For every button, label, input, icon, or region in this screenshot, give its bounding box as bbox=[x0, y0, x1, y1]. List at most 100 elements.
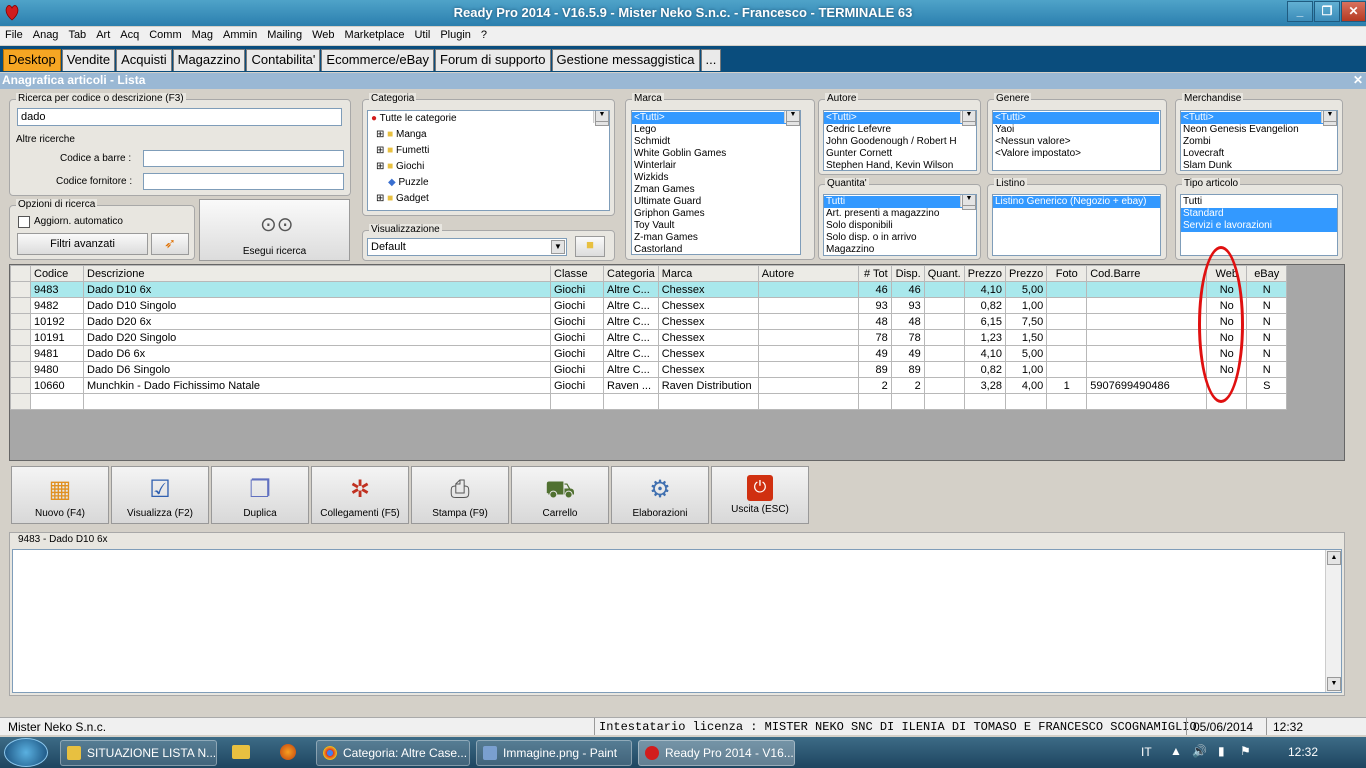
row-indicator[interactable] bbox=[10, 313, 31, 330]
tab-acquisti[interactable]: Acquisti bbox=[116, 49, 172, 71]
table-cell[interactable]: 49 bbox=[857, 345, 892, 362]
table-cell[interactable]: Altre C... bbox=[603, 361, 659, 378]
merchandise-list[interactable]: <Tutti> Neon Genesis Evangelion Zombi Lovec… bbox=[1180, 110, 1338, 171]
table-cell[interactable]: 10192 bbox=[30, 313, 84, 330]
table-cell[interactable]: Altre C... bbox=[603, 281, 659, 298]
links-button[interactable]: ✲ Collegamenti (F5) bbox=[311, 466, 409, 524]
tab-contabilita[interactable]: Contabilita' bbox=[246, 49, 321, 71]
table-cell[interactable]: Giochi bbox=[550, 329, 604, 346]
table-cell[interactable]: 89 bbox=[890, 361, 925, 378]
quantity-scrollbar[interactable]: ▲▼ bbox=[960, 195, 976, 210]
barcode-input[interactable] bbox=[143, 150, 344, 167]
table-cell[interactable]: 2 bbox=[890, 377, 925, 394]
table-cell[interactable]: Chessex bbox=[657, 329, 759, 346]
menu-ammin[interactable]: Ammin bbox=[218, 27, 262, 41]
list-item[interactable]: Magazzino bbox=[824, 244, 976, 255]
col-header[interactable]: Autore bbox=[757, 265, 859, 282]
table-cell[interactable]: 46 bbox=[857, 281, 892, 298]
table-cell[interactable] bbox=[963, 393, 1006, 410]
view-button[interactable]: ☑ Visualizza (F2) bbox=[111, 466, 209, 524]
flag-icon[interactable]: ⚑ bbox=[1240, 744, 1251, 758]
tab-more[interactable]: ... bbox=[700, 49, 722, 71]
price-list-list[interactable]: Listino Generico (Negozio + ebay) bbox=[992, 194, 1161, 256]
tree-item-giochi[interactable]: ⊞ ■ Giochi bbox=[368, 159, 609, 175]
table-cell[interactable]: 46 bbox=[890, 281, 925, 298]
search-input[interactable]: dado bbox=[17, 108, 342, 126]
table-cell[interactable] bbox=[757, 345, 859, 362]
tree-item-manga[interactable]: ⊞ ■ Manga bbox=[368, 127, 609, 143]
genre-list[interactable]: <Tutti> Yaoi <Nessun valore> <Valore impost… bbox=[992, 110, 1161, 171]
table-cell[interactable]: 93 bbox=[890, 297, 925, 314]
table-cell[interactable] bbox=[83, 393, 551, 410]
table-cell[interactable]: 0,82 bbox=[963, 361, 1006, 378]
col-header[interactable]: Categoria bbox=[603, 265, 659, 282]
table-cell[interactable]: Giochi bbox=[550, 361, 604, 378]
table-cell[interactable] bbox=[1046, 281, 1088, 298]
print-button[interactable]: ⎙ Stampa (F9) bbox=[411, 466, 509, 524]
table-cell[interactable] bbox=[1046, 329, 1088, 346]
table-cell[interactable] bbox=[603, 393, 659, 410]
table-cell[interactable] bbox=[657, 393, 759, 410]
table-cell[interactable] bbox=[1046, 345, 1088, 362]
menu-util[interactable]: Util bbox=[409, 27, 435, 41]
menu-comm[interactable]: Comm bbox=[144, 27, 186, 41]
table-cell[interactable]: N bbox=[1246, 297, 1288, 314]
table-cell[interactable]: N bbox=[1246, 361, 1288, 378]
col-header[interactable]: Codice bbox=[30, 265, 84, 282]
taskbar-clock[interactable]: 12:32 bbox=[1288, 745, 1318, 759]
table-cell[interactable] bbox=[923, 313, 965, 330]
table-row[interactable]: 10192 Dado D20 6x Giochi Altre C... Chessex 4… bbox=[10, 313, 1288, 330]
tab-messaggistica[interactable]: Gestione messaggistica bbox=[551, 49, 700, 71]
menu-file[interactable]: File bbox=[0, 27, 28, 41]
menu-help[interactable]: ? bbox=[476, 27, 492, 41]
table-cell[interactable] bbox=[1086, 297, 1208, 314]
col-header[interactable]: eBay bbox=[1246, 265, 1288, 282]
table-cell[interactable]: Giochi bbox=[550, 377, 604, 394]
table-row-empty[interactable] bbox=[10, 393, 1288, 410]
list-item[interactable]: Wizkids bbox=[632, 172, 800, 184]
table-cell[interactable] bbox=[1004, 393, 1048, 410]
close-button[interactable]: ✕ bbox=[1341, 1, 1366, 22]
task-paint[interactable]: Immagine.png - Paint bbox=[476, 740, 632, 766]
table-cell[interactable]: 4,00 bbox=[1004, 377, 1048, 394]
table-cell[interactable]: 48 bbox=[857, 313, 892, 330]
list-item[interactable]: Griphon Games bbox=[632, 208, 800, 220]
table-row[interactable]: 9480 Dado D6 Singolo Giochi Altre C... Chess… bbox=[10, 361, 1288, 378]
table-cell[interactable] bbox=[757, 313, 859, 330]
table-cell[interactable]: N bbox=[1246, 329, 1288, 346]
list-item[interactable]: Cedric Lefevre bbox=[824, 124, 976, 136]
menu-mailing[interactable]: Mailing bbox=[262, 27, 307, 41]
table-cell[interactable] bbox=[1086, 393, 1208, 410]
table-cell[interactable]: 5,00 bbox=[1004, 281, 1048, 298]
table-cell[interactable]: 10660 bbox=[30, 377, 84, 394]
table-row[interactable]: 9481 Dado D6 6x Giochi Altre C... Chessex 49 4… bbox=[10, 345, 1288, 362]
table-cell[interactable]: 1,50 bbox=[1004, 329, 1048, 346]
table-cell[interactable]: Dado D20 Singolo bbox=[83, 329, 551, 346]
list-item[interactable]: Tutti bbox=[1181, 196, 1337, 208]
list-item[interactable]: John Goodenough / Robert H bbox=[824, 136, 976, 148]
task-outlook[interactable]: SITUAZIONE LISTA N... bbox=[60, 740, 217, 766]
explorer-icon[interactable] bbox=[232, 745, 250, 759]
table-cell[interactable] bbox=[757, 297, 859, 314]
table-row[interactable]: 10191 Dado D20 Singolo Giochi Altre C... Che… bbox=[10, 329, 1288, 346]
menu-art[interactable]: Art bbox=[91, 27, 115, 41]
row-indicator[interactable] bbox=[10, 377, 31, 394]
table-cell[interactable]: Altre C... bbox=[603, 329, 659, 346]
advanced-filters-button[interactable]: Filtri avanzati bbox=[17, 233, 148, 255]
table-cell[interactable]: Giochi bbox=[550, 297, 604, 314]
supplier-code-input[interactable] bbox=[143, 173, 344, 190]
list-item[interactable]: Listino Generico (Negozio + ebay) bbox=[993, 196, 1160, 208]
tree-item-fumetti[interactable]: ⊞ ■ Fumetti bbox=[368, 143, 609, 159]
list-item[interactable]: Gunter Cornett bbox=[824, 148, 976, 160]
table-cell[interactable]: 4,10 bbox=[963, 281, 1006, 298]
merchandise-scrollbar[interactable]: ▲▼ bbox=[1321, 111, 1337, 126]
menu-web[interactable]: Web bbox=[307, 27, 339, 41]
author-list[interactable]: <Tutti> Cedric Lefevre John Goodenough / R… bbox=[823, 110, 977, 171]
run-search-button[interactable]: ⊙⊙ Esegui ricerca bbox=[199, 199, 350, 261]
table-cell[interactable]: N bbox=[1246, 313, 1288, 330]
menu-anag[interactable]: Anag bbox=[28, 27, 64, 41]
table-cell[interactable]: Chessex bbox=[657, 313, 759, 330]
list-item[interactable]: Stephen Hand, Kevin Wilson bbox=[824, 160, 976, 170]
duplicate-button[interactable]: ❐ Duplica bbox=[211, 466, 309, 524]
table-cell[interactable]: 1,23 bbox=[963, 329, 1006, 346]
